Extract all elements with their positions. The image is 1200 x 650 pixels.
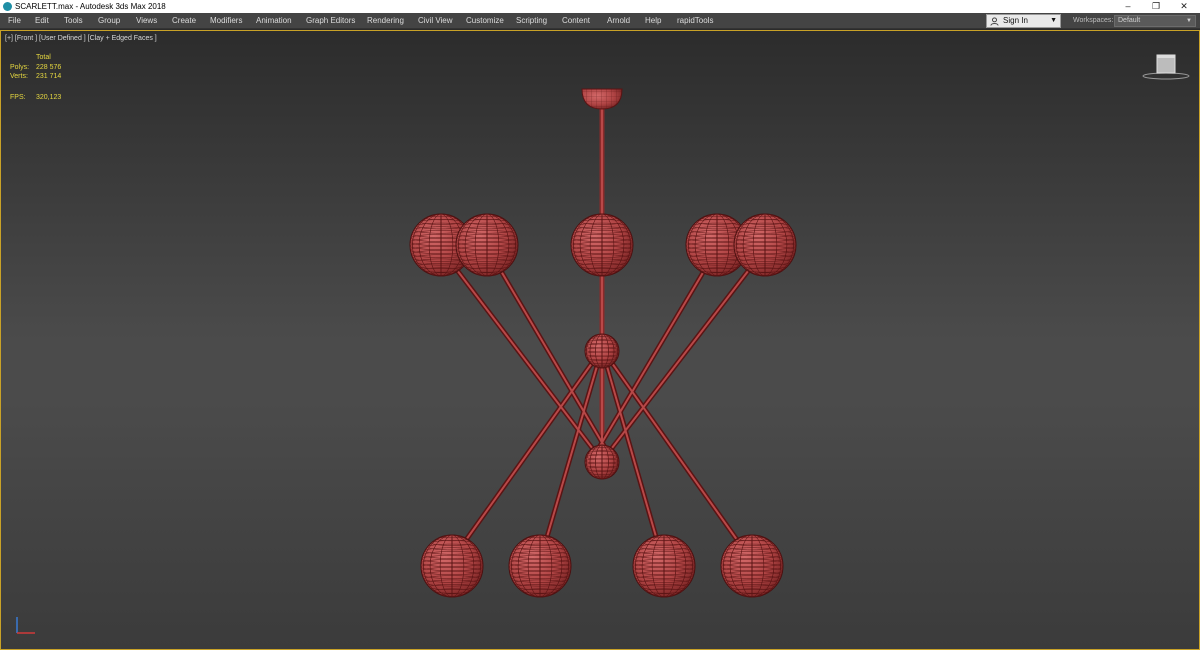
menu-edit[interactable]: Edit [35, 13, 49, 29]
window-title: SCARLETT.max - Autodesk 3ds Max 2018 [15, 2, 166, 11]
menu-modifiers[interactable]: Modifiers [210, 13, 242, 29]
sign-in-label: Sign In [1003, 16, 1028, 25]
verts-value: 231 714 [36, 73, 62, 80]
menu-graph-editors[interactable]: Graph Editors [306, 13, 355, 29]
menu-arnold[interactable]: Arnold [607, 13, 630, 29]
menu-rapidtools[interactable]: rapidTools [677, 13, 713, 29]
globe-sphere [733, 213, 797, 277]
front-viewport[interactable]: [+] [Front ] [User Defined ] [Clay + Edg… [0, 30, 1200, 650]
globe-sphere [420, 534, 484, 598]
globe-sphere [720, 534, 784, 598]
axis-tripod-icon [16, 617, 35, 634]
fps-value: 320,123 [36, 94, 62, 101]
sign-in-button[interactable]: Sign In ▼ [986, 14, 1061, 28]
globe-sphere [570, 213, 634, 277]
ceiling-canopy-wire [582, 89, 622, 109]
chevron-down-icon: ▼ [1050, 17, 1057, 24]
globe-sphere [508, 534, 572, 598]
menu-create[interactable]: Create [172, 13, 196, 29]
restore-button[interactable]: ❐ [1142, 0, 1170, 13]
minimize-button[interactable]: – [1114, 0, 1142, 13]
menu-rendering[interactable]: Rendering [367, 13, 404, 29]
workspaces-value: Default [1118, 17, 1141, 24]
user-icon [990, 17, 999, 26]
globe-sphere [632, 534, 696, 598]
globe-sphere [584, 444, 620, 480]
app-icon [3, 2, 12, 11]
menu-tools[interactable]: Tools [64, 13, 83, 29]
menu-content[interactable]: Content [562, 13, 590, 29]
menu-views[interactable]: Views [136, 13, 157, 29]
title-bar: SCARLETT.max - Autodesk 3ds Max 2018 – ❐… [0, 0, 1200, 13]
workspaces-label: Workspaces: [1073, 17, 1114, 24]
menu-customize[interactable]: Customize [466, 13, 504, 29]
workspaces-select[interactable]: Default ▼ [1114, 15, 1196, 27]
chandelier-model [409, 88, 797, 598]
menu-civil-view[interactable]: Civil View [418, 13, 453, 29]
polys-value: 228 576 [36, 64, 62, 71]
viewport-label[interactable]: [+] [Front ] [User Defined ] [Clay + Edg… [5, 35, 157, 42]
chandelier-arm-highlights [440, 95, 766, 562]
stats-header: Total [36, 54, 51, 61]
viewcube-icon[interactable] [1141, 51, 1191, 81]
globe-sphere [455, 213, 519, 277]
menu-file[interactable]: File [8, 13, 21, 29]
close-button[interactable]: ✕ [1170, 0, 1198, 13]
menu-scripting[interactable]: Scripting [516, 13, 547, 29]
menu-group[interactable]: Group [98, 13, 120, 29]
fps-label: FPS: [10, 94, 26, 101]
verts-label: Verts: [10, 73, 28, 80]
globe-sphere [584, 333, 620, 369]
menu-help[interactable]: Help [645, 13, 661, 29]
scene-canvas [409, 88, 797, 598]
menu-animation[interactable]: Animation [256, 13, 292, 29]
chevron-down-icon: ▼ [1186, 18, 1192, 24]
polys-label: Polys: [10, 64, 30, 71]
